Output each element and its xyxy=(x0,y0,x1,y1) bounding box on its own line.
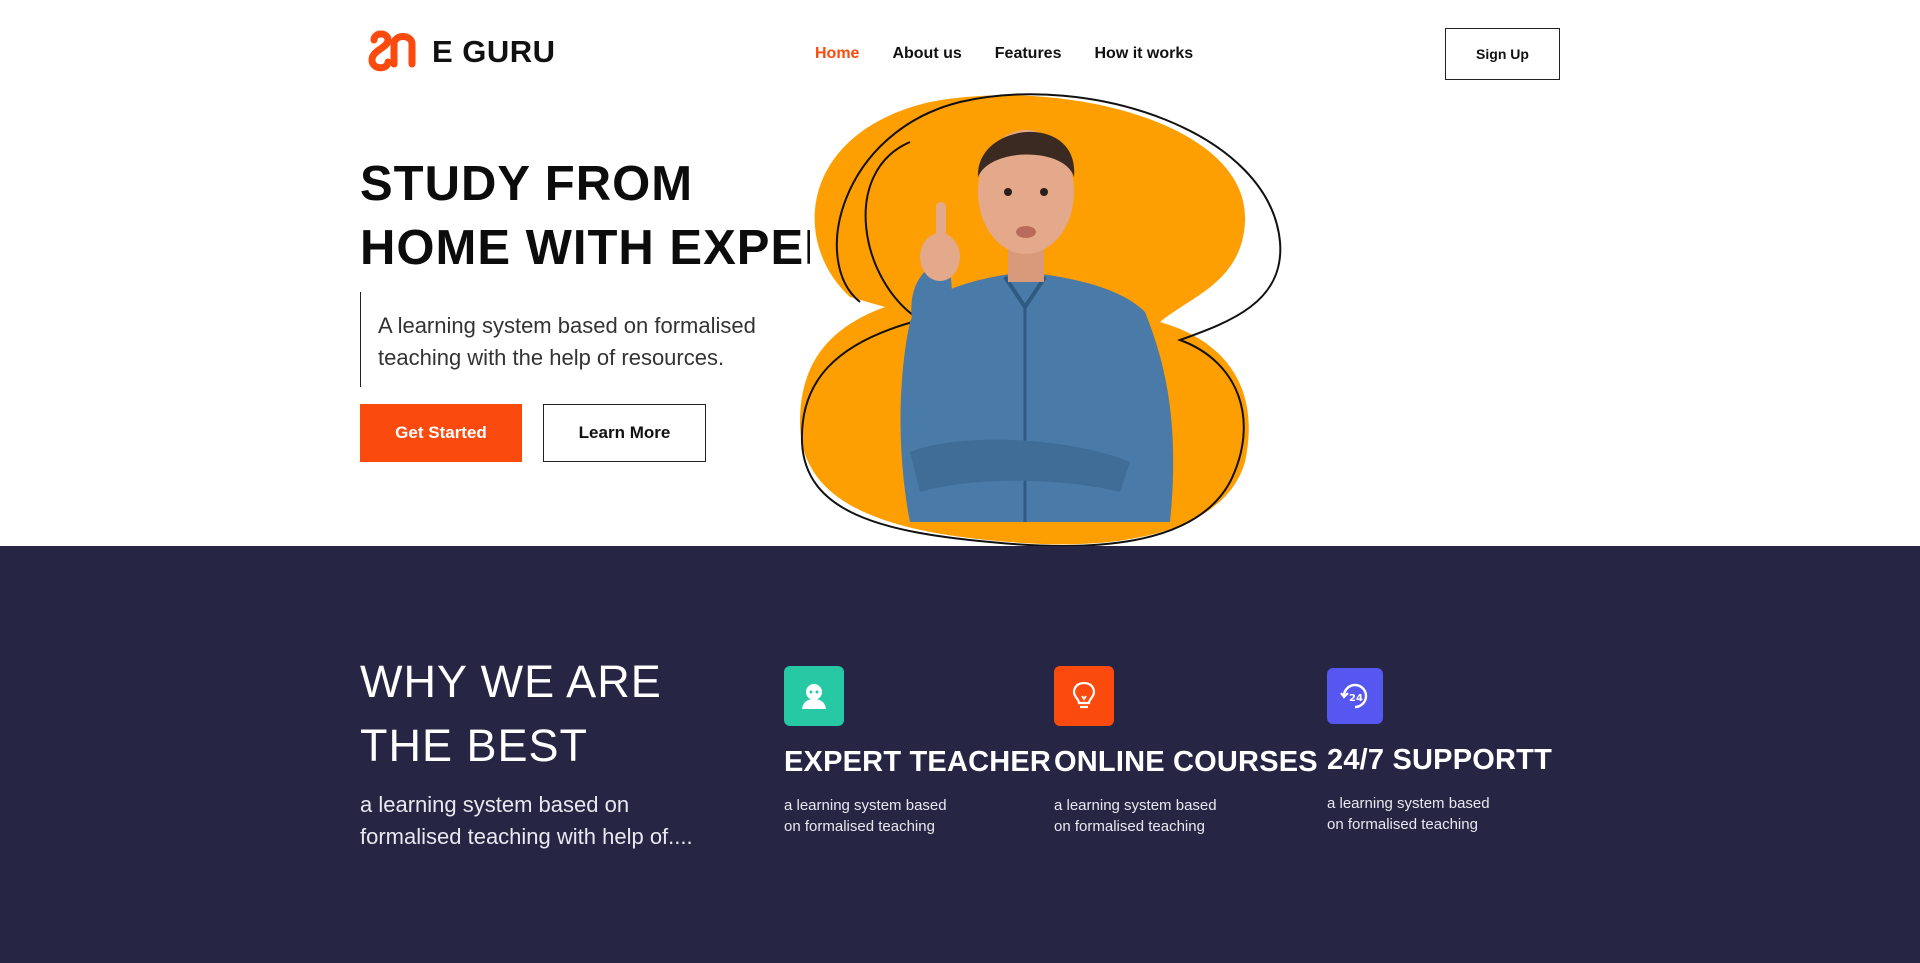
nav-how-it-works[interactable]: How it works xyxy=(1094,45,1193,63)
feature-title: ONLINE COURSES xyxy=(1054,746,1318,778)
main-nav: Home About us Features How it works xyxy=(815,45,1226,63)
svg-text:24: 24 xyxy=(1349,693,1363,704)
hero-title: STUDY FROM HOME WITH EXPERT xyxy=(360,152,810,280)
hero-title-line-1: STUDY FROM xyxy=(360,157,694,211)
sign-up-button[interactable]: Sign Up xyxy=(1445,28,1560,80)
hero-illustration xyxy=(800,93,1282,547)
nav-features[interactable]: Features xyxy=(995,45,1062,63)
teacher-icon xyxy=(784,666,844,726)
brand-logo[interactable]: E GURU xyxy=(366,30,556,74)
feature-support: 24 24/7 SUPPORTT a learning system based… xyxy=(1327,668,1587,835)
feature-online-courses: ONLINE COURSES a learning system based o… xyxy=(1054,666,1318,837)
lightbulb-icon xyxy=(1054,666,1114,726)
logo-mark-icon xyxy=(368,30,416,72)
feature-expert-teacher: EXPERT TEACHER a learning system based o… xyxy=(784,666,1052,837)
why-description: a learning system based on formalised te… xyxy=(360,792,693,849)
why-title-line-2: THE BEST xyxy=(360,720,589,771)
get-started-button[interactable]: Get Started xyxy=(360,404,522,462)
why-title-line-1: WHY WE ARE xyxy=(360,656,662,707)
feature-text: a learning system based on formalised te… xyxy=(1327,795,1490,833)
nav-home[interactable]: Home xyxy=(815,45,859,63)
hero-description: A learning system based on formalised te… xyxy=(360,292,800,387)
feature-title: EXPERT TEACHER xyxy=(784,746,1052,778)
hero-title-line-2: HOME WITH EXPERT xyxy=(360,221,810,275)
support-24-icon: 24 xyxy=(1327,668,1383,724)
brand-name: E GURU xyxy=(432,34,556,69)
feature-text: a learning system based on formalised te… xyxy=(784,797,947,835)
why-title: WHY WE ARE THE BEST xyxy=(360,650,700,778)
feature-text: a learning system based on formalised te… xyxy=(1054,797,1217,835)
nav-about-us[interactable]: About us xyxy=(892,45,961,63)
feature-title: 24/7 SUPPORTT xyxy=(1327,744,1552,776)
learn-more-button[interactable]: Learn More xyxy=(543,404,706,462)
